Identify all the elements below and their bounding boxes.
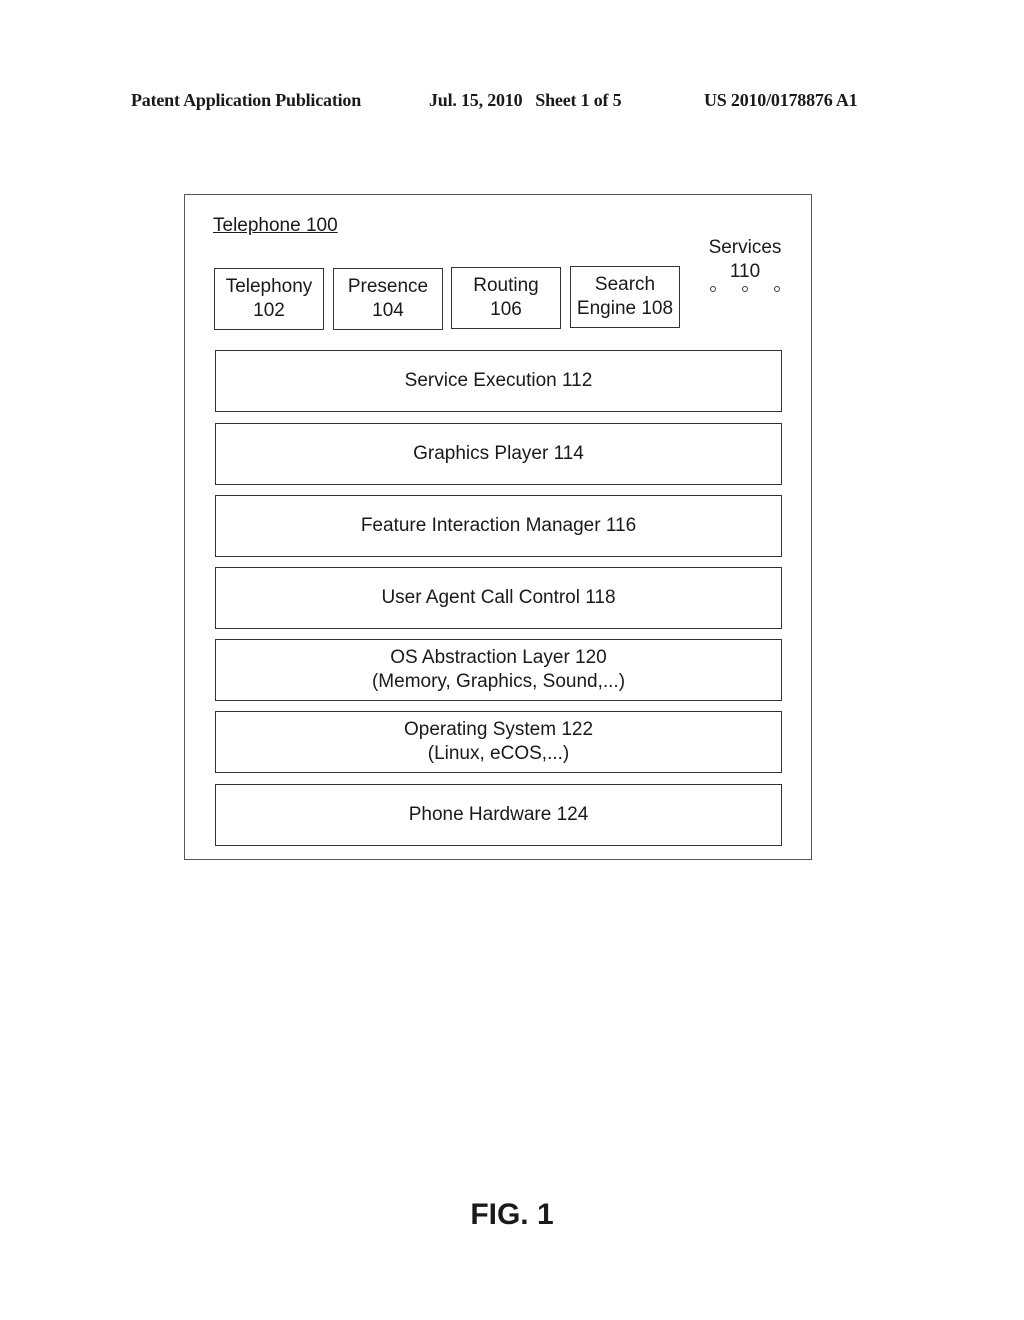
layer-user-agent-call-control: User Agent Call Control 118 [215, 567, 782, 629]
layer-phone-hardware: Phone Hardware 124 [215, 784, 782, 846]
services-label-text: Services [708, 237, 782, 258]
layer-os-abstraction: OS Abstraction Layer 120 (Memory, Graphi… [215, 639, 782, 701]
layer-operating-system: Operating System 122 (Linux, eCOS,...) [215, 711, 782, 773]
layer-feature-interaction-manager: Feature Interaction Manager 116 [215, 495, 782, 557]
layer-service-execution: Service Execution 112 [215, 350, 782, 412]
service-number: 102 [253, 300, 285, 321]
layer-label: Graphics Player 114 [413, 443, 584, 464]
header-publication: Patent Application Publication [131, 90, 362, 110]
layer-label: Operating System 122 [403, 719, 594, 740]
services-label: Services 110 [700, 236, 790, 284]
header-patent-number: US 2010/0178876 A1 [704, 90, 858, 110]
layer-label: User Agent Call Control 118 [381, 587, 616, 608]
service-label: Search [594, 274, 656, 295]
service-label: Presence [347, 276, 429, 297]
service-label: Routing [473, 275, 539, 296]
service-label: Telephony [225, 276, 313, 297]
layer-sublabel: (Linux, eCOS,...) [427, 743, 570, 764]
diagram-title: Telephone 100 [213, 215, 338, 236]
figure-label: FIG. 1 [470, 1198, 554, 1231]
ellipsis-dot-icon [742, 286, 748, 292]
service-number: 106 [490, 299, 522, 320]
layer-label: OS Abstraction Layer 120 [390, 647, 607, 668]
layer-label: Feature Interaction Manager 116 [360, 515, 637, 536]
layer-label: Service Execution 112 [404, 370, 593, 391]
service-box-presence: Presence 104 [333, 268, 443, 330]
service-number: 104 [372, 300, 404, 321]
ellipsis-dot-icon [710, 286, 716, 292]
header-date-sheet: Jul. 15, 2010 Sheet 1 of 5 [429, 90, 622, 110]
service-number: Engine 108 [576, 298, 674, 319]
layer-sublabel: (Memory, Graphics, Sound,...) [371, 671, 626, 692]
layer-label: Phone Hardware 124 [408, 804, 589, 825]
ellipsis-dots [710, 286, 780, 292]
service-box-search-engine: Search Engine 108 [570, 266, 680, 328]
service-box-telephony: Telephony 102 [214, 268, 324, 330]
ellipsis-dot-icon [774, 286, 780, 292]
service-box-routing: Routing 106 [451, 267, 561, 329]
layer-graphics-player: Graphics Player 114 [215, 423, 782, 485]
services-label-number: 110 [729, 261, 761, 282]
